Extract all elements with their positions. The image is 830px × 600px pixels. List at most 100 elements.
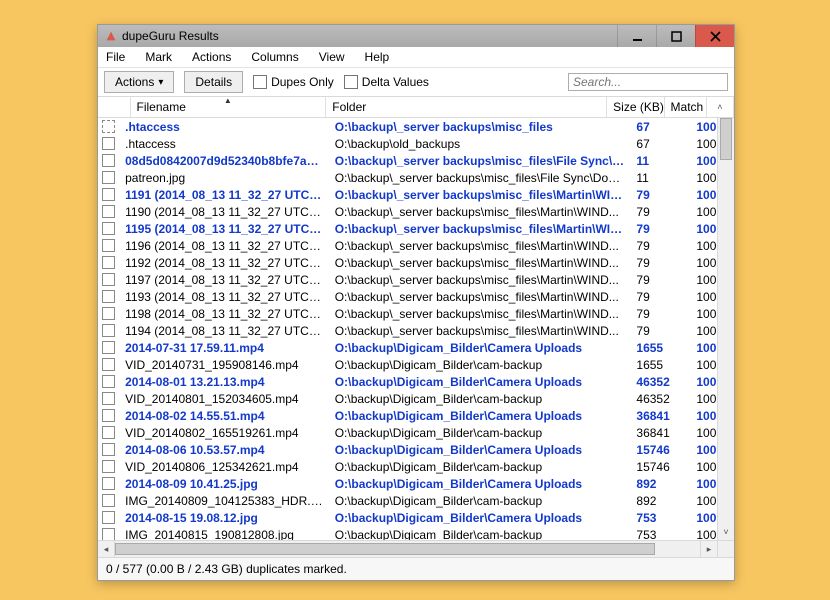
row-checkbox[interactable] — [98, 341, 119, 354]
cell-folder: O:\backup\_server backups\misc_files\Mar… — [329, 273, 631, 287]
menu-mark[interactable]: Mark — [141, 48, 176, 66]
row-checkbox[interactable] — [98, 154, 119, 167]
cell-size: 892 — [630, 477, 690, 491]
row-checkbox[interactable] — [98, 443, 119, 456]
row-checkbox[interactable] — [98, 137, 119, 150]
row-checkbox[interactable] — [98, 222, 119, 235]
table-row[interactable]: 08d5d0842007d9d52340b8bfe7a02...O:\backu… — [98, 152, 734, 169]
menu-help[interactable]: Help — [361, 48, 394, 66]
table-row[interactable]: .htaccessO:\backup\old_backups67100 — [98, 135, 734, 152]
cell-size: 79 — [630, 222, 690, 236]
table-row[interactable]: 2014-07-31 17.59.11.mp4O:\backup\Digicam… — [98, 339, 734, 356]
table-row[interactable]: 1193 (2014_08_13 11_32_27 UTC).001O:\bac… — [98, 288, 734, 305]
cell-size: 36841 — [630, 409, 690, 423]
cell-filename: 1193 (2014_08_13 11_32_27 UTC).001 — [119, 290, 329, 304]
table-row[interactable]: 2014-08-02 14.55.51.mp4O:\backup\Digicam… — [98, 407, 734, 424]
col-folder[interactable]: Folder — [326, 97, 607, 117]
row-checkbox[interactable] — [98, 528, 119, 540]
menu-columns[interactable]: Columns — [247, 48, 302, 66]
col-filename[interactable]: Filename ▲ — [131, 97, 327, 117]
table-row[interactable]: 1196 (2014_08_13 11_32_27 UTC).001O:\bac… — [98, 237, 734, 254]
row-checkbox[interactable] — [98, 171, 119, 184]
row-checkbox[interactable] — [98, 307, 119, 320]
hscroll-thumb[interactable] — [115, 543, 655, 555]
cell-size: 46352 — [630, 392, 690, 406]
close-button[interactable] — [695, 25, 734, 47]
table-row[interactable]: VID_20140801_152034605.mp4O:\backup\Digi… — [98, 390, 734, 407]
minimize-button[interactable] — [617, 25, 656, 47]
statusbar: 0 / 577 (0.00 B / 2.43 GB) duplicates ma… — [98, 557, 734, 580]
row-checkbox[interactable] — [98, 511, 119, 524]
table-row[interactable]: 2014-08-09 10.41.25.jpgO:\backup\Digicam… — [98, 475, 734, 492]
cell-filename: IMG_20140809_104125383_HDR.jpg — [119, 494, 329, 508]
cell-folder: O:\backup\Digicam_Bilder\cam-backup — [329, 460, 631, 474]
scroll-right[interactable]: ▸ — [700, 541, 717, 557]
cell-folder: O:\backup\Digicam_Bilder\cam-backup — [329, 528, 631, 541]
row-checkbox[interactable] — [98, 375, 119, 388]
scroll-up[interactable]: ˄ — [707, 97, 734, 117]
results-grid: .htaccessO:\backup\_server backups\misc_… — [98, 118, 734, 540]
titlebar[interactable]: dupeGuru Results — [98, 25, 734, 47]
horizontal-scrollbar[interactable]: ◂ ▸ — [98, 540, 734, 557]
cell-filename: 1195 (2014_08_13 11_32_27 UTC).001 — [119, 222, 329, 236]
table-row[interactable]: 2014-08-06 10.53.57.mp4O:\backup\Digicam… — [98, 441, 734, 458]
row-checkbox[interactable] — [98, 392, 119, 405]
table-row[interactable]: 2014-08-01 13.21.13.mp4O:\backup\Digicam… — [98, 373, 734, 390]
row-checkbox[interactable] — [98, 460, 119, 473]
scroll-thumb[interactable] — [720, 118, 732, 160]
table-row[interactable]: IMG_20140809_104125383_HDR.jpgO:\backup\… — [98, 492, 734, 509]
table-row[interactable]: 1198 (2014_08_13 11_32_27 UTC).001O:\bac… — [98, 305, 734, 322]
col-size[interactable]: Size (KB) — [607, 97, 664, 117]
chevron-down-icon: ▾ — [158, 77, 163, 88]
cell-size: 79 — [630, 324, 690, 338]
details-button[interactable]: Details — [184, 71, 243, 93]
actions-dropdown[interactable]: Actions ▾ — [104, 71, 174, 93]
row-checkbox[interactable] — [98, 239, 119, 252]
cell-folder: O:\backup\_server backups\misc_files\Mar… — [329, 256, 631, 270]
maximize-button[interactable] — [656, 25, 695, 47]
row-checkbox[interactable] — [98, 409, 119, 422]
scroll-left[interactable]: ◂ — [98, 541, 115, 557]
table-row[interactable]: IMG_20140815_190812808.jpgO:\backup\Digi… — [98, 526, 734, 540]
delta-values-checkbox[interactable]: Delta Values — [344, 75, 429, 89]
row-checkbox[interactable] — [98, 358, 119, 371]
menu-file[interactable]: File — [102, 48, 129, 66]
vertical-scrollbar[interactable]: ˅ — [717, 118, 734, 540]
row-checkbox[interactable] — [98, 273, 119, 286]
row-checkbox[interactable] — [98, 324, 119, 337]
toolbar: Actions ▾ Details Dupes Only Delta Value… — [98, 68, 734, 97]
table-row[interactable]: 2014-08-15 19.08.12.jpgO:\backup\Digicam… — [98, 509, 734, 526]
row-checkbox[interactable] — [98, 256, 119, 269]
menu-view[interactable]: View — [315, 48, 349, 66]
search-input[interactable] — [568, 73, 728, 91]
row-checkbox[interactable] — [98, 477, 119, 490]
cell-filename: VID_20140802_165519261.mp4 — [119, 426, 329, 440]
cell-size: 11 — [630, 171, 690, 185]
table-row[interactable]: 1195 (2014_08_13 11_32_27 UTC).001O:\bac… — [98, 220, 734, 237]
table-row[interactable]: 1194 (2014_08_13 11_32_27 UTC).001O:\bac… — [98, 322, 734, 339]
table-row[interactable]: 1197 (2014_08_13 11_32_27 UTC).001O:\bac… — [98, 271, 734, 288]
cell-filename: 1190 (2014_08_13 11_32_27 UTC).001 — [119, 205, 329, 219]
table-row[interactable]: 1192 (2014_08_13 11_32_27 UTC).001O:\bac… — [98, 254, 734, 271]
row-checkbox[interactable] — [98, 426, 119, 439]
scroll-down[interactable]: ˅ — [718, 524, 734, 540]
cell-folder: O:\backup\Digicam_Bilder\cam-backup — [329, 392, 631, 406]
dupes-only-checkbox[interactable]: Dupes Only — [253, 75, 334, 89]
table-row[interactable]: VID_20140802_165519261.mp4O:\backup\Digi… — [98, 424, 734, 441]
cell-folder: O:\backup\Digicam_Bilder\Camera Uploads — [329, 341, 631, 355]
row-checkbox[interactable] — [98, 205, 119, 218]
menu-actions[interactable]: Actions — [188, 48, 235, 66]
row-checkbox[interactable] — [98, 494, 119, 507]
table-row[interactable]: VID_20140731_195908146.mp4O:\backup\Digi… — [98, 356, 734, 373]
cell-folder: O:\backup\Digicam_Bilder\Camera Uploads — [329, 511, 631, 525]
table-row[interactable]: patreon.jpgO:\backup\_server backups\mis… — [98, 169, 734, 186]
table-row[interactable]: 1190 (2014_08_13 11_32_27 UTC).001O:\bac… — [98, 203, 734, 220]
table-row[interactable]: .htaccessO:\backup\_server backups\misc_… — [98, 118, 734, 135]
table-row[interactable]: VID_20140806_125342621.mp4O:\backup\Digi… — [98, 458, 734, 475]
table-row[interactable]: 1191 (2014_08_13 11_32_27 UTC).001O:\bac… — [98, 186, 734, 203]
row-checkbox[interactable] — [98, 290, 119, 303]
cell-size: 79 — [630, 273, 690, 287]
row-checkbox[interactable] — [98, 188, 119, 201]
col-match[interactable]: Match — [665, 97, 707, 117]
row-checkbox[interactable] — [98, 120, 119, 133]
